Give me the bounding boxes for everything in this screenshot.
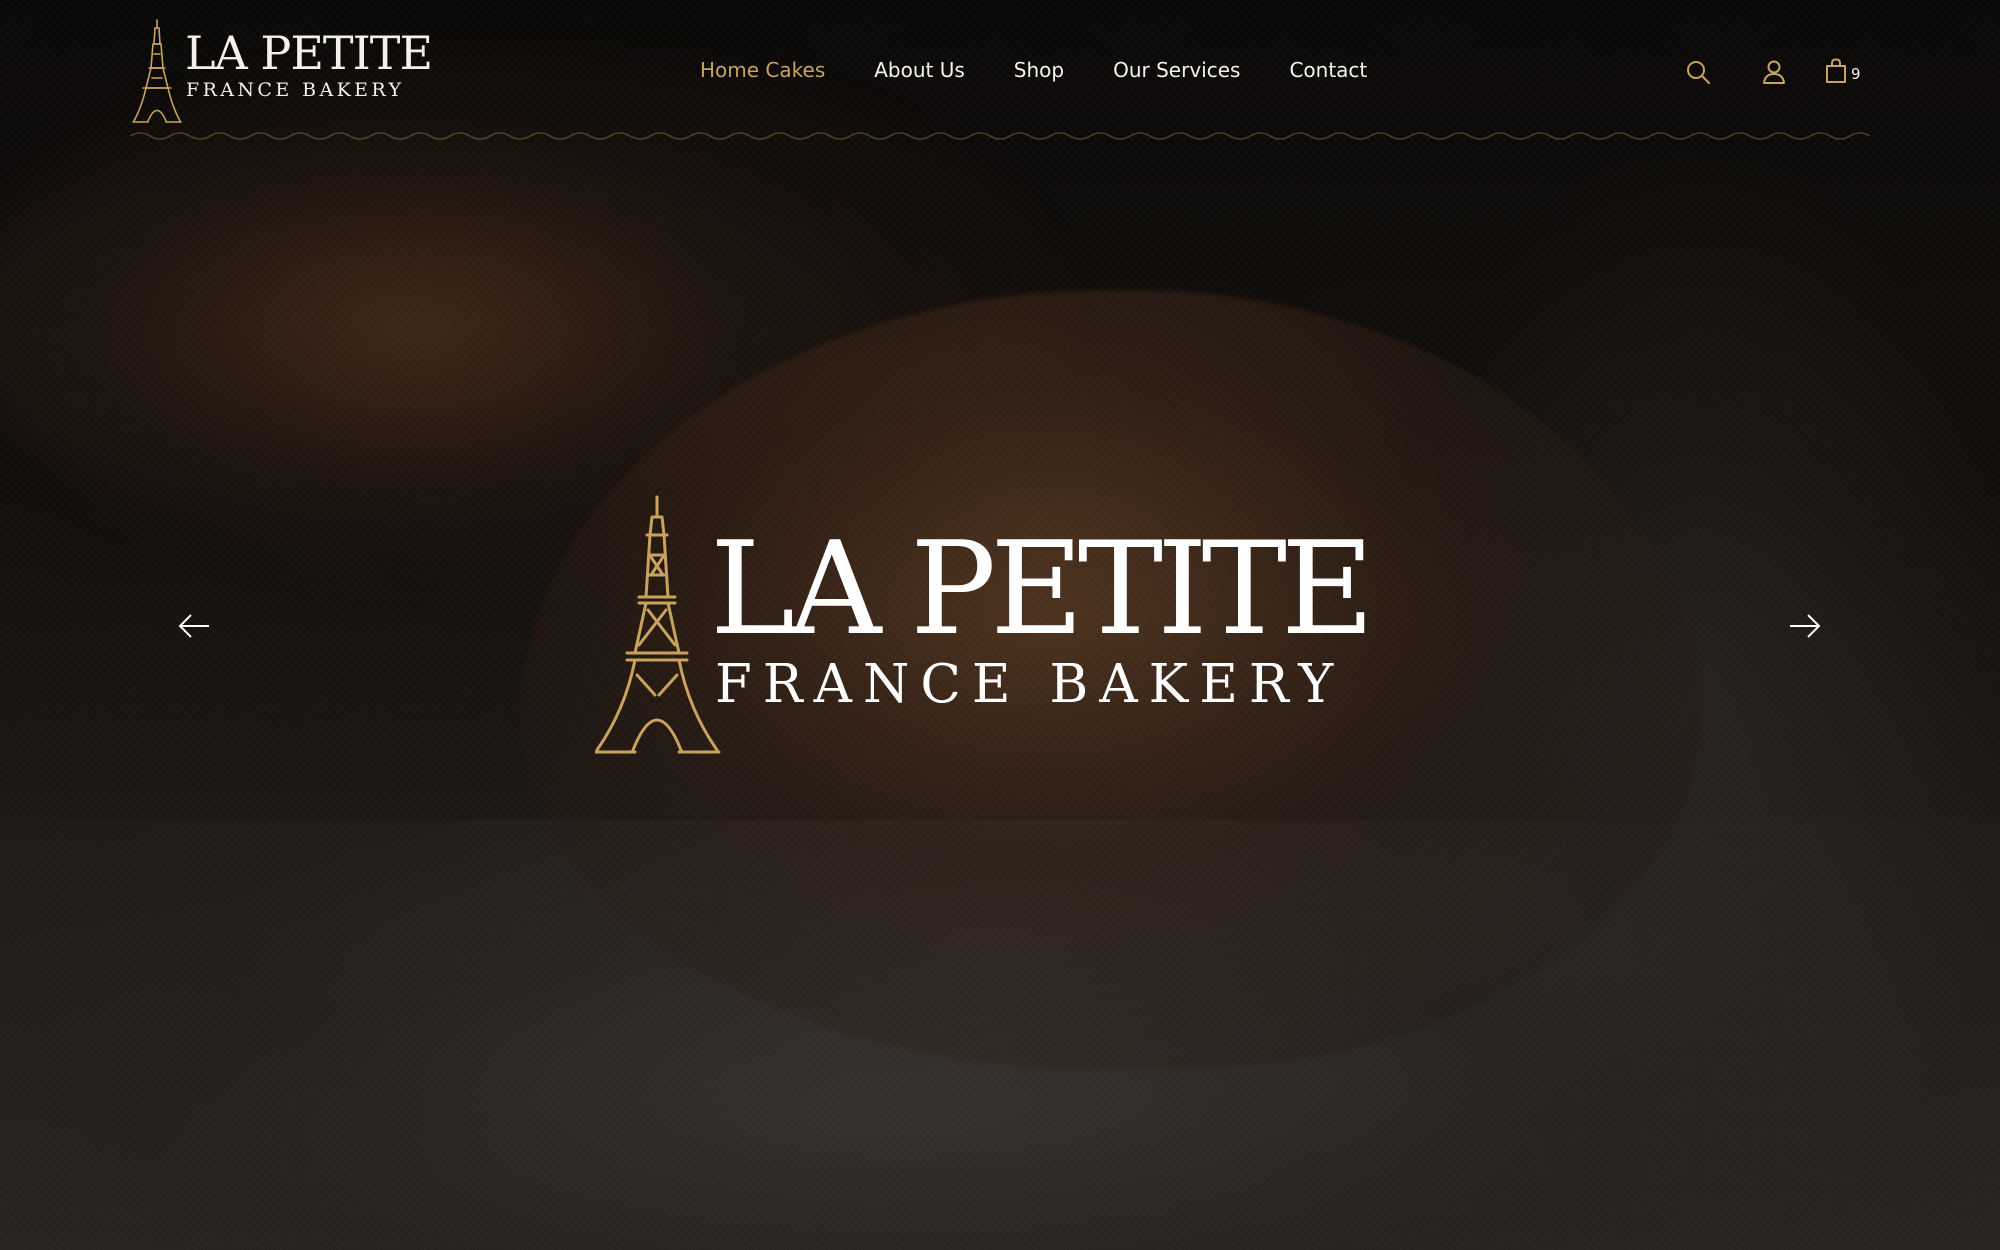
search-button[interactable] bbox=[1678, 52, 1718, 92]
slider-prev-button[interactable] bbox=[174, 606, 214, 646]
nav-link-our-services[interactable]: Our Services bbox=[1113, 52, 1240, 88]
page: LA PETITE FRANCE BAKERY Home Cakes About… bbox=[0, 0, 2000, 1250]
user-icon bbox=[1763, 60, 1785, 84]
slider-next-button[interactable] bbox=[1785, 606, 1825, 646]
logo-subtitle: FRANCE BAKERY bbox=[186, 79, 405, 101]
nav-link-about-us[interactable]: About Us bbox=[874, 52, 965, 88]
nav-item-about-us: About Us bbox=[874, 52, 965, 88]
site-header: LA PETITE FRANCE BAKERY Home Cakes About… bbox=[130, 0, 1870, 140]
hero-logo: LA PETITE FRANCE BAKERY bbox=[595, 495, 1385, 755]
nav-link-shop[interactable]: Shop bbox=[1014, 52, 1064, 88]
hero-logo-subtitle: FRANCE BAKERY bbox=[715, 654, 1345, 715]
nav-item-our-services: Our Services bbox=[1113, 52, 1240, 88]
nav-item-shop: Shop bbox=[1014, 52, 1064, 88]
nav-item-contact: Contact bbox=[1289, 52, 1367, 88]
search-icon bbox=[1687, 61, 1710, 84]
logo-title: LA PETITE bbox=[185, 26, 433, 80]
account-button[interactable] bbox=[1754, 52, 1794, 92]
header-icons: 9 bbox=[1678, 52, 1870, 92]
header-logo[interactable]: LA PETITE FRANCE BAKERY bbox=[130, 18, 433, 124]
nav-link-home-cakes[interactable]: Home Cakes bbox=[700, 52, 825, 88]
main-navigation: Home Cakes About Us Shop Our Services Co… bbox=[700, 52, 1416, 88]
nav-item-home-cakes: Home Cakes bbox=[700, 52, 825, 88]
arrow-left-icon bbox=[178, 614, 209, 638]
eiffel-tower-icon bbox=[132, 19, 182, 123]
header-wavy-divider bbox=[130, 132, 1870, 140]
shopping-bag-icon bbox=[1826, 58, 1846, 83]
arrow-right-icon bbox=[1790, 614, 1821, 638]
hero-logo-title: LA PETITE bbox=[710, 515, 1374, 664]
cart-count-badge: 9 bbox=[1851, 65, 1861, 83]
nav-link-contact[interactable]: Contact bbox=[1289, 52, 1367, 88]
cart-button[interactable]: 9 bbox=[1820, 52, 1870, 92]
